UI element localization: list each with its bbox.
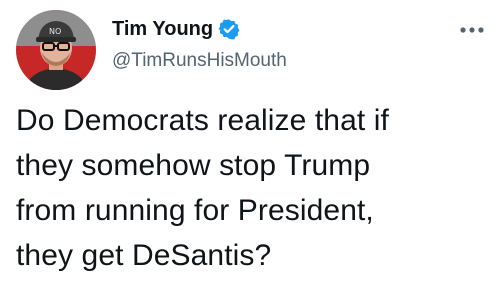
author-name-row: Tim Young xyxy=(112,16,240,42)
tweet-text: Do Democrats realize that if they someho… xyxy=(16,104,389,272)
verified-badge-icon xyxy=(218,18,240,40)
author-handle[interactable]: @TimRunsHisMouth xyxy=(112,49,287,73)
tweet-card: NO Tim Young @TimRunsHisMouth Do Democra… xyxy=(0,0,500,285)
more-options-icon[interactable] xyxy=(458,22,486,38)
avatar-image-icon: NO xyxy=(16,10,96,90)
author-avatar[interactable]: NO xyxy=(16,10,96,90)
author-display-name[interactable]: Tim Young xyxy=(112,16,213,42)
svg-text:NO: NO xyxy=(49,27,61,36)
